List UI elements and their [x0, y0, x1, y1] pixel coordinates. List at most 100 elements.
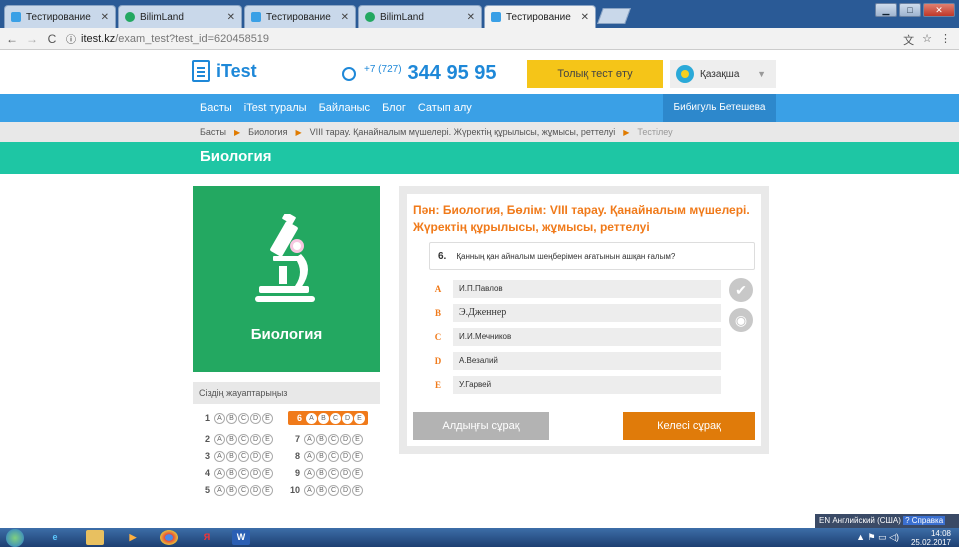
folder-icon[interactable] — [86, 530, 104, 545]
translate-icon[interactable]: 文 — [903, 32, 914, 48]
answer-bubble[interactable]: B — [226, 450, 237, 462]
answer-bubble[interactable]: B — [226, 433, 237, 445]
answer-bubble[interactable]: C — [328, 484, 339, 496]
answer-bubble[interactable]: A — [304, 433, 315, 445]
browser-tab[interactable]: Тестирование ✕ — [244, 5, 356, 28]
close-icon[interactable]: ✕ — [581, 12, 589, 23]
answer-bubble[interactable]: E — [262, 484, 273, 496]
close-icon[interactable]: ✕ — [227, 12, 235, 23]
answer-bubble[interactable]: C — [238, 467, 249, 479]
help-button[interactable]: ? Справка — [903, 516, 946, 525]
star-icon[interactable]: ☆ — [922, 32, 932, 48]
answer-bubble[interactable]: A — [214, 433, 225, 445]
answer-bubble[interactable]: E — [262, 467, 273, 479]
answer-bubble[interactable]: E — [352, 484, 363, 496]
answer-bubble[interactable]: E — [262, 450, 273, 462]
answer-row[interactable]: 9 ABCDE — [288, 466, 364, 480]
nav-item-blog[interactable]: Блог — [382, 102, 406, 114]
close-icon[interactable]: ✕ — [101, 12, 109, 23]
answer-row[interactable]: 3 ABCDE — [198, 449, 274, 463]
answer-row-current[interactable]: 6 ABCDE — [288, 411, 368, 425]
option-text[interactable]: И.И.Мечников — [453, 328, 721, 346]
answer-bubble[interactable]: E — [262, 433, 273, 445]
answer-bubble[interactable]: D — [342, 412, 353, 424]
chrome-icon[interactable] — [160, 530, 178, 545]
answer-bubble[interactable]: C — [328, 433, 339, 445]
language-selector[interactable]: Қазақша ▼ — [670, 60, 776, 88]
close-window-button[interactable]: ✕ — [923, 3, 955, 17]
minimize-button[interactable]: ▁ — [875, 3, 897, 17]
answer-option-e[interactable]: E У.Гарвей — [429, 376, 721, 394]
option-text[interactable]: А.Везалий — [453, 352, 721, 370]
answer-bubble[interactable]: E — [354, 412, 365, 424]
option-text[interactable]: У.Гарвей — [453, 376, 721, 394]
answer-bubble[interactable]: A — [214, 450, 225, 462]
answer-bubble[interactable]: A — [304, 484, 315, 496]
answer-bubble[interactable]: D — [340, 467, 351, 479]
answer-bubble[interactable]: B — [226, 484, 237, 496]
media-player-icon[interactable]: ▶ — [124, 530, 142, 545]
breadcrumb-chapter[interactable]: VIII тарау. Қанайналым мүшелері. Жүректі… — [310, 127, 616, 137]
answer-bubble[interactable]: B — [318, 412, 329, 424]
answer-bubble[interactable]: E — [352, 450, 363, 462]
site-logo[interactable]: iTest — [192, 60, 257, 82]
breadcrumb-home[interactable]: Басты — [200, 127, 226, 137]
browser-tab[interactable]: Тестирование ✕ — [4, 5, 116, 28]
answer-bubble[interactable]: B — [226, 467, 237, 479]
answer-bubble[interactable]: A — [214, 412, 225, 424]
answer-bubble[interactable]: A — [214, 484, 225, 496]
check-icon[interactable]: ✔ — [729, 278, 753, 302]
next-question-button[interactable]: Келесі сұрақ — [623, 412, 755, 440]
answer-row[interactable]: 7 ABCDE — [288, 432, 364, 446]
answer-bubble[interactable]: D — [340, 433, 351, 445]
answer-option-d[interactable]: D А.Везалий — [429, 352, 721, 370]
answer-option-a[interactable]: A И.П.Павлов — [429, 280, 721, 298]
clock[interactable]: 14:08 25.02.2017 — [911, 529, 951, 547]
nav-item-about[interactable]: iTest туралы — [244, 102, 307, 114]
breadcrumb-subject[interactable]: Биология — [248, 127, 287, 137]
answer-bubble[interactable]: C — [238, 450, 249, 462]
url-field[interactable]: ⓘ itest.kz /exam_test?test_id=620458519 — [66, 31, 269, 47]
answer-bubble[interactable]: A — [304, 450, 315, 462]
ie-icon[interactable]: e — [46, 530, 64, 545]
answer-bubble[interactable]: B — [316, 450, 327, 462]
answer-bubble[interactable]: B — [316, 467, 327, 479]
answer-bubble[interactable]: D — [250, 484, 261, 496]
answer-bubble[interactable]: D — [250, 433, 261, 445]
answer-bubble[interactable]: A — [214, 467, 225, 479]
new-tab-button[interactable] — [597, 8, 631, 24]
nav-item-home[interactable]: Басты — [200, 102, 232, 114]
answer-bubble[interactable]: B — [316, 433, 327, 445]
answer-row[interactable]: 2 ABCDE — [198, 432, 274, 446]
answer-row[interactable]: 1 ABCDE — [198, 411, 274, 425]
browser-tab[interactable]: BilimLand ✕ — [358, 5, 482, 28]
tray-icons[interactable]: ▲ ⚑ ▭ ◁) — [856, 532, 899, 543]
answer-bubble[interactable]: D — [250, 412, 261, 424]
answer-bubble[interactable]: B — [316, 484, 327, 496]
browser-tab-active[interactable]: Тестирование ✕ — [484, 5, 596, 28]
answer-bubble[interactable]: C — [328, 467, 339, 479]
answer-row[interactable]: 5 ABCDE — [198, 483, 274, 497]
answer-row[interactable]: 10 ABCDE — [288, 483, 364, 497]
option-text[interactable]: Э.Дженнер — [453, 304, 721, 322]
info-icon[interactable]: ⓘ — [66, 31, 76, 46]
answer-bubble[interactable]: D — [250, 467, 261, 479]
yandex-icon[interactable]: Я — [198, 530, 216, 545]
word-icon[interactable]: W — [232, 530, 250, 545]
language-bar[interactable]: EN Английский (США) ? Справка — [815, 514, 959, 528]
answer-bubble[interactable]: D — [340, 484, 351, 496]
close-icon[interactable]: ✕ — [341, 12, 349, 23]
answer-bubble[interactable]: A — [306, 412, 317, 424]
previous-question-button[interactable]: Алдыңғы сұрақ — [413, 412, 549, 440]
answer-bubble[interactable]: E — [352, 467, 363, 479]
option-text[interactable]: И.П.Павлов — [453, 280, 721, 298]
forward-arrow-icon[interactable]: → — [24, 32, 40, 46]
reload-icon[interactable]: C — [44, 32, 60, 46]
answer-bubble[interactable]: E — [262, 412, 273, 424]
answer-bubble[interactable]: C — [238, 433, 249, 445]
answer-option-c[interactable]: C И.И.Мечников — [429, 328, 721, 346]
full-test-button[interactable]: Толық тест өту — [527, 60, 663, 88]
signal-icon[interactable]: ◉ — [729, 308, 753, 332]
menu-icon[interactable]: ⋮ — [940, 32, 951, 48]
answer-bubble[interactable]: C — [238, 412, 249, 424]
